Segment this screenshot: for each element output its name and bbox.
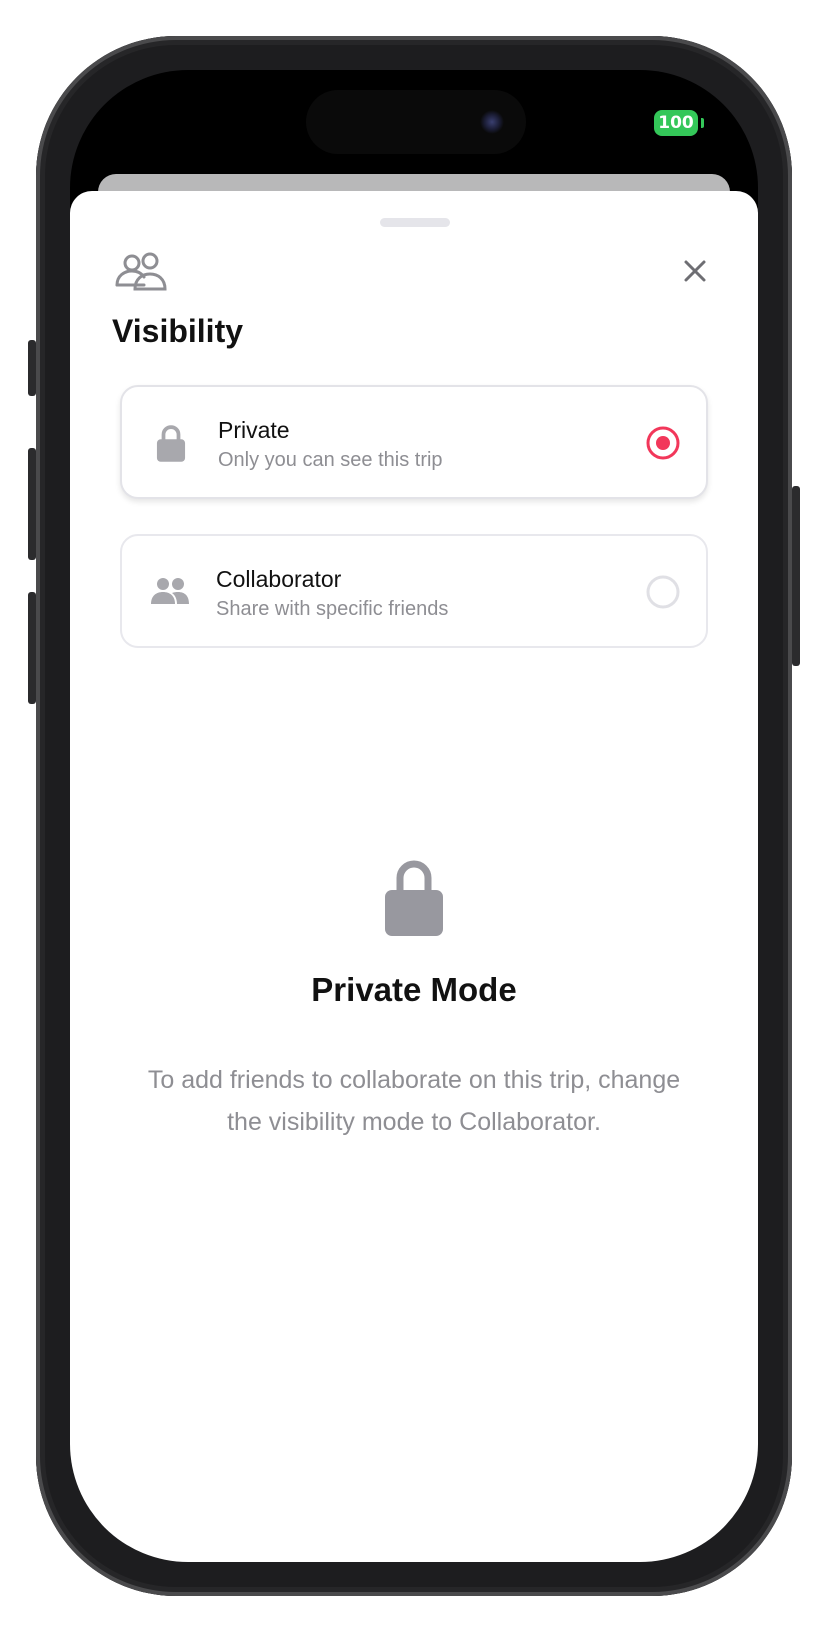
option-description: Only you can see this trip bbox=[218, 449, 443, 471]
option-private[interactable]: Private Only you can see this trip bbox=[120, 385, 708, 499]
battery-indicator: 100 bbox=[654, 110, 698, 136]
action-button bbox=[28, 340, 36, 396]
empty-state-description: To add friends to collaborate on this tr… bbox=[147, 1066, 681, 1136]
close-icon[interactable] bbox=[682, 258, 708, 284]
option-label: Collaborator bbox=[216, 566, 342, 592]
empty-state-title: Private Mode bbox=[311, 971, 517, 1008]
people-outline-icon bbox=[115, 252, 167, 291]
screen: 100 Visibility Private Only you can see … bbox=[70, 70, 758, 1562]
lock-icon bbox=[385, 860, 443, 936]
option-description: Share with specific friends bbox=[216, 598, 449, 620]
sheet-title: Visibility bbox=[112, 313, 244, 349]
phone-frame: 100 Visibility Private Only you can see … bbox=[36, 36, 792, 1596]
lock-icon bbox=[156, 425, 186, 462]
visibility-sheet: Visibility Private Only you can see this… bbox=[70, 191, 758, 1562]
battery-tip bbox=[701, 118, 704, 128]
people-icon bbox=[151, 578, 189, 604]
volume-down-button bbox=[28, 592, 36, 704]
volume-up-button bbox=[28, 448, 36, 560]
radio-selected[interactable] bbox=[646, 426, 680, 460]
dynamic-island bbox=[306, 90, 526, 154]
power-button bbox=[792, 486, 800, 666]
camera-icon bbox=[480, 110, 504, 134]
radio-unselected[interactable] bbox=[646, 575, 680, 609]
sheet-grabber[interactable] bbox=[380, 218, 450, 227]
option-label: Private bbox=[218, 417, 290, 443]
option-collaborator[interactable]: Collaborator Share with specific friends bbox=[120, 534, 708, 648]
